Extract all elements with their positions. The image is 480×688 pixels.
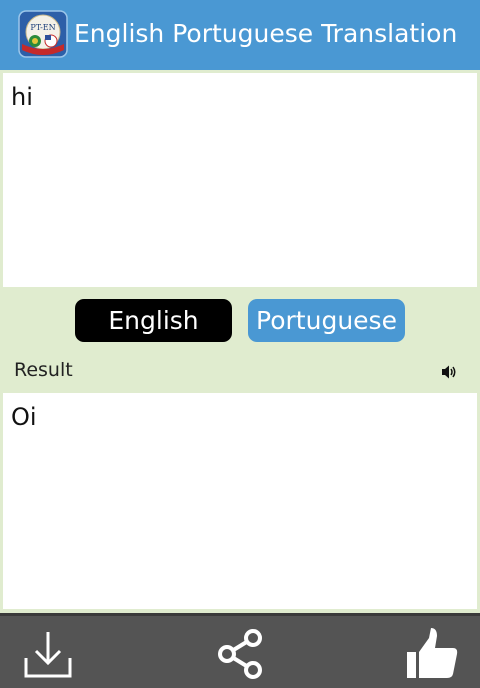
share-icon[interactable]	[215, 628, 265, 680]
bottom-toolbar	[0, 613, 480, 688]
logo-text: PT-EN	[30, 23, 55, 32]
source-language-button[interactable]: English	[75, 299, 232, 342]
result-label: Result	[14, 359, 73, 381]
app-bar: PT-EN English Portuguese Translation	[0, 0, 480, 70]
source-text-input[interactable]: hi	[11, 83, 461, 111]
app-logo: PT-EN	[18, 10, 68, 58]
result-text-area: Oi	[3, 393, 477, 609]
result-text: Oi	[11, 403, 37, 431]
thumbs-up-icon[interactable]	[405, 626, 459, 680]
speaker-icon[interactable]	[440, 363, 458, 381]
app-title: English Portuguese Translation	[74, 19, 458, 48]
target-language-button[interactable]: Portuguese	[248, 299, 405, 342]
source-text-area[interactable]: hi	[3, 73, 477, 287]
download-icon[interactable]	[22, 628, 74, 680]
